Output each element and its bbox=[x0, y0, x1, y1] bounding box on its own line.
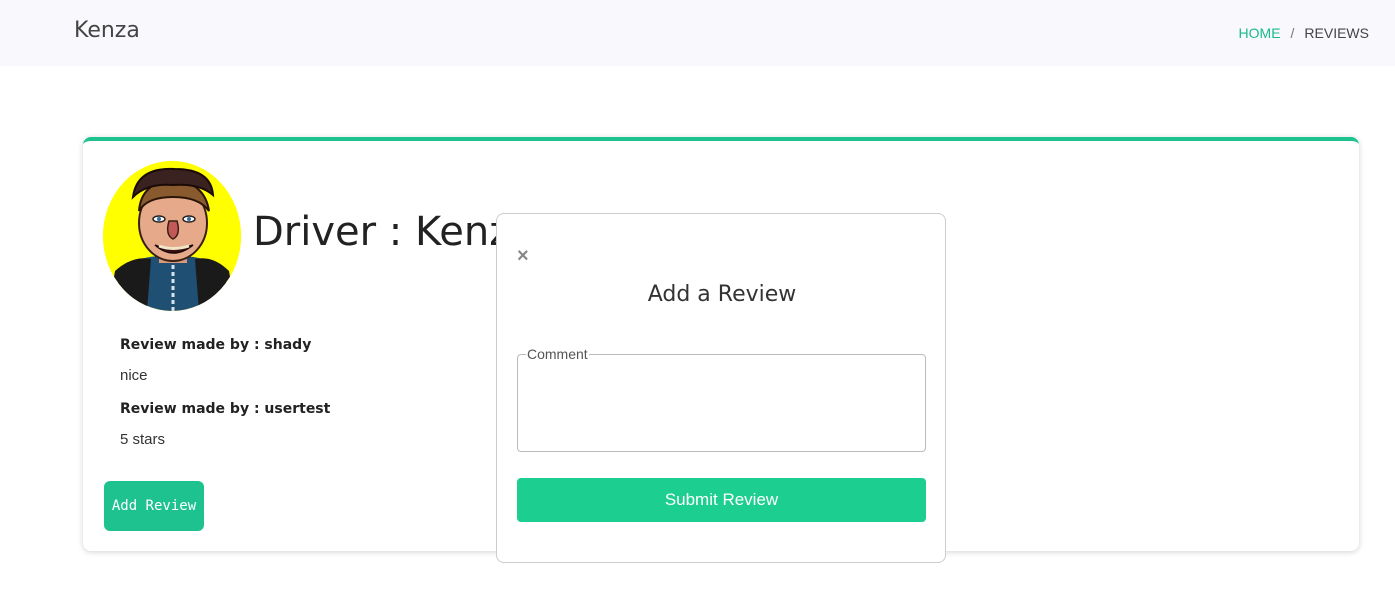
breadcrumb-home-link[interactable]: HOME bbox=[1239, 25, 1281, 41]
add-review-button[interactable]: Add Review bbox=[104, 481, 204, 531]
driver-avatar-illustration bbox=[103, 161, 241, 311]
driver-avatar bbox=[103, 161, 241, 311]
driver-title: Driver : Kenza bbox=[253, 209, 535, 255]
add-review-modal: × Add a Review Comment Submit Review bbox=[496, 213, 946, 563]
breadcrumb-separator: / bbox=[1290, 25, 1295, 41]
comment-label: Comment bbox=[527, 346, 588, 362]
brand-logo-text[interactable]: Kenza bbox=[74, 18, 140, 43]
review-item: Review made by : shady nice bbox=[120, 337, 480, 401]
modal-title: Add a Review bbox=[647, 282, 797, 307]
review-text: 5 stars bbox=[120, 431, 166, 448]
submit-review-button[interactable]: Submit Review bbox=[517, 478, 926, 522]
review-list: Review made by : shady nice Review made … bbox=[120, 337, 480, 465]
review-item: Review made by : usertest 5 stars bbox=[120, 401, 480, 465]
top-navbar: Kenza HOME / REVIEWS bbox=[0, 0, 1395, 66]
breadcrumb-current: REVIEWS bbox=[1304, 25, 1369, 41]
review-author: Review made by : usertest bbox=[120, 401, 331, 417]
review-text: nice bbox=[120, 367, 148, 384]
comment-fieldset: Comment bbox=[517, 346, 926, 452]
breadcrumb: HOME / REVIEWS bbox=[1239, 25, 1369, 41]
review-author: Review made by : shady bbox=[120, 337, 312, 353]
comment-textarea[interactable] bbox=[526, 362, 917, 442]
close-icon[interactable]: × bbox=[517, 246, 529, 266]
